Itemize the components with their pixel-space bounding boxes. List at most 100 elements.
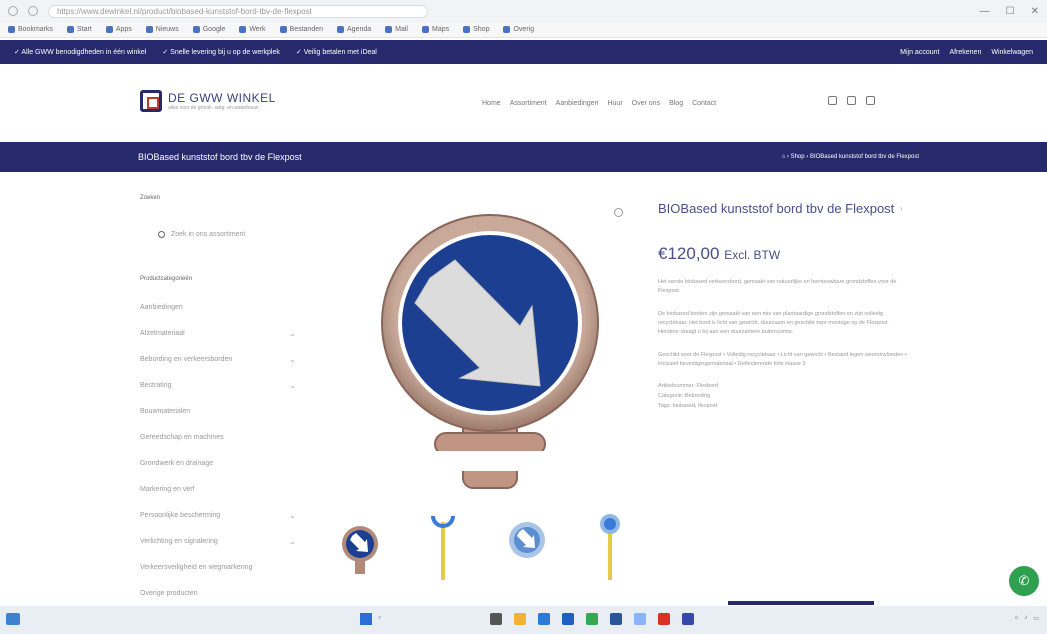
bookmark-label: Bookmarks [18, 26, 54, 33]
nav-blog[interactable]: Blog [669, 100, 683, 107]
start-icon[interactable] [360, 613, 372, 625]
edge-icon[interactable] [538, 613, 550, 625]
product-image[interactable] [360, 208, 620, 498]
bookmark-item[interactable]: Bookmarks [8, 26, 53, 33]
explorer-icon[interactable] [514, 613, 526, 625]
category-item[interactable]: Bouwmaterialen [140, 398, 300, 424]
category-label: Gereedschap en machines [140, 433, 224, 441]
category-item[interactable]: Bestrating ⌄ [140, 372, 300, 398]
zoom-icon[interactable] [614, 208, 623, 217]
mail-icon[interactable] [562, 613, 574, 625]
bookmark-icon [279, 26, 287, 33]
checkout-link[interactable]: Afrekenen [949, 49, 981, 56]
usp-item: ✓ Veilig betalen met iDeal [295, 49, 377, 56]
volume-icon[interactable]: ♪ [1024, 615, 1027, 622]
network-icon[interactable]: ⌂ [1015, 615, 1019, 622]
search-input[interactable]: Zoek in ons assortiment [171, 231, 245, 238]
bookmark-item[interactable]: Maps [422, 26, 449, 33]
category-item[interactable]: Aanbiedingen [140, 294, 300, 320]
app-red-icon[interactable] [658, 613, 670, 625]
nav-assortment[interactable]: Assortiment [510, 100, 547, 107]
my-account-link[interactable]: Mijn account [900, 49, 939, 56]
address-bar[interactable]: https://www.dewinkel.nl/product/biobased… [48, 4, 428, 18]
whatsapp-chat-button[interactable]: ✆ [1009, 566, 1039, 596]
category-item[interactable]: Afzetmateriaal ⌄ [140, 320, 300, 346]
app-blue-icon[interactable] [682, 613, 694, 625]
bookmark-item[interactable]: Google [192, 26, 225, 33]
product-price: €120,00 Excl. BTW [658, 244, 908, 264]
bookmark-item[interactable]: Nieuws [145, 26, 179, 33]
word-icon[interactable] [610, 613, 622, 625]
product-intro: Het eerste biobased verkeersbord, gemaak… [658, 279, 897, 294]
bookmark-icon [239, 26, 247, 33]
category-item[interactable]: Markering en verf [140, 476, 300, 502]
taskview-icon[interactable] [490, 613, 502, 625]
bookmark-item[interactable]: Bestanden [279, 26, 323, 33]
chevron-down-icon[interactable]: ⌄ [289, 537, 296, 546]
logo-mark-icon [140, 90, 162, 112]
category-item[interactable]: Bebording en verkeersborden ⌄ [140, 346, 300, 372]
chevron-down-icon[interactable]: ⌄ [289, 355, 296, 364]
bookmark-label: Werk [249, 26, 266, 33]
reload-icon[interactable] [28, 6, 38, 16]
widgets-icon[interactable] [6, 613, 20, 625]
chrome-icon[interactable] [586, 613, 598, 625]
next-product-icon[interactable]: › [900, 204, 903, 213]
header-icons [828, 96, 875, 105]
store-icon[interactable] [634, 613, 646, 625]
cart-link[interactable]: Winkelwagen [991, 49, 1033, 56]
bookmark-item[interactable]: Shop [463, 26, 489, 33]
category-label: Bouwmaterialen [140, 407, 191, 415]
category-label: Grondwerk en drainage [140, 459, 214, 467]
chevron-down-icon[interactable]: ⌄ [289, 511, 296, 520]
nav-home[interactable]: Home [482, 100, 501, 107]
taskbar-search[interactable]: ⌕ [378, 615, 381, 622]
user-icon[interactable] [847, 96, 856, 105]
site-logo[interactable]: DE GWW WINKEL alles voor de grond-, weg-… [140, 90, 276, 112]
bookmark-icon [192, 26, 200, 33]
nav-contact[interactable]: Contact [692, 100, 716, 107]
maximize-icon[interactable]: ☐ [1006, 6, 1015, 17]
chevron-down-icon[interactable]: ⌄ [289, 329, 296, 338]
category-item[interactable]: Grondwerk en drainage [140, 450, 300, 476]
sidebar-search[interactable]: Zoek in ons assortiment [140, 231, 300, 238]
bookmark-icon [503, 26, 511, 33]
bookmark-item[interactable]: Apps [105, 26, 132, 33]
category-list: Aanbiedingen Afzetmateriaal ⌄ Bebording en … [140, 294, 300, 606]
search-icon[interactable] [828, 96, 837, 105]
category-item[interactable]: Persoonlijke bescherming ⌄ [140, 502, 300, 528]
browser-toolbar: https://www.dewinkel.nl/product/biobased… [0, 0, 1047, 22]
thumbnail-flexpost-sign[interactable] [590, 512, 630, 582]
tab-indicator [728, 601, 874, 605]
bookmark-icon [67, 26, 75, 33]
bookmark-item[interactable]: Agenda [337, 26, 371, 33]
category-item[interactable]: Overige producten [140, 580, 300, 606]
thumbnail-sign-blue[interactable] [340, 512, 380, 582]
bookmark-icon [385, 26, 393, 33]
product-tags[interactable]: Tags: biobased, flexpost [658, 401, 908, 411]
chevron-down-icon[interactable]: ⌄ [289, 381, 296, 390]
thumbnail-sign-light[interactable] [507, 512, 547, 582]
thumbnail-flexpost-yellow[interactable] [423, 512, 463, 582]
bookmark-label: Nieuws [155, 26, 179, 33]
close-icon[interactable]: ✕ [1031, 6, 1039, 17]
minimize-icon[interactable]: — [980, 6, 990, 17]
back-icon[interactable] [8, 6, 18, 16]
breadcrumb[interactable]: ⌂ › Shop › BIOBased kunststof bord tbv d… [782, 154, 919, 160]
category-item[interactable]: Verkeersveiligheid en wegmarkering [140, 554, 300, 580]
nav-about[interactable]: Over ons [632, 100, 660, 107]
category-item[interactable]: Verlichting en signalering ⌄ [140, 528, 300, 554]
bookmark-item[interactable]: Start [67, 26, 92, 33]
product-category[interactable]: Categorie: Bebording [658, 391, 908, 401]
nav-offers[interactable]: Aanbiedingen [556, 100, 599, 107]
bookmark-item[interactable]: Overig [503, 26, 534, 33]
cart-icon[interactable] [866, 96, 875, 105]
bookmark-item[interactable]: Mail [385, 26, 408, 33]
category-item[interactable]: Gereedschap en machines [140, 424, 300, 450]
window-controls: — ☐ ✕ [980, 6, 1039, 17]
bookmark-item[interactable]: Werk [239, 26, 266, 33]
battery-icon[interactable]: ▭ [1033, 615, 1039, 622]
nav-rental[interactable]: Huur [607, 100, 622, 107]
category-label: Afzetmateriaal [140, 329, 185, 337]
usp-bar: ✓ Alle GWW benodigdheden in één winkel ✓… [0, 40, 1047, 64]
